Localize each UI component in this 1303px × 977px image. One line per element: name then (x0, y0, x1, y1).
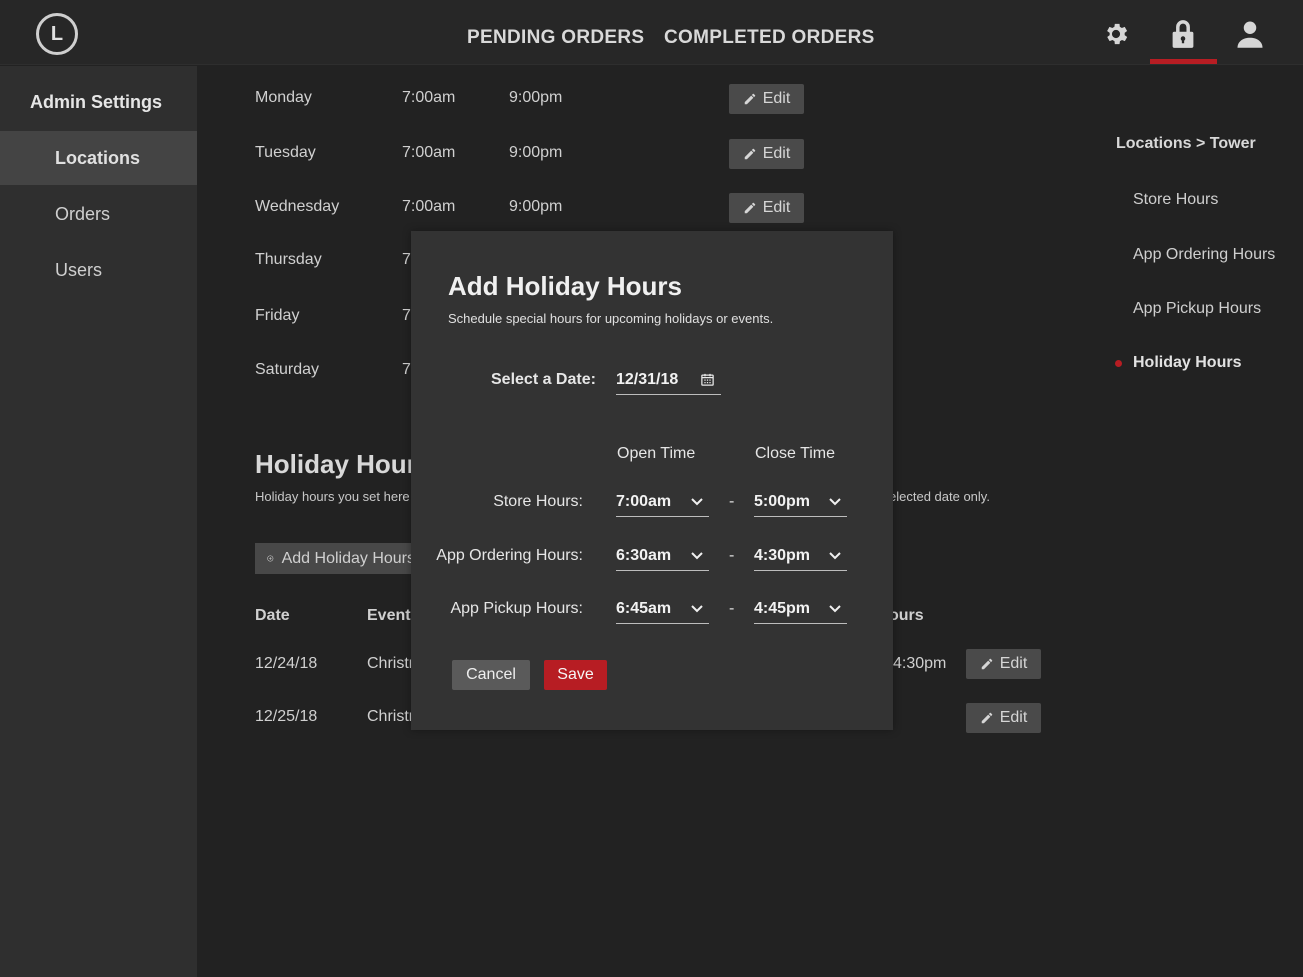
user-icon[interactable] (1235, 19, 1265, 49)
right-nav-app-ordering-hours[interactable]: App Ordering Hours (1133, 246, 1275, 264)
holiday-time: 4:30pm (893, 655, 947, 672)
open-time: 7:00am (402, 89, 456, 106)
ordering-open-select[interactable]: 6:30am (616, 541, 709, 571)
day-label: Monday (255, 89, 312, 106)
pencil-icon (744, 148, 755, 160)
open-time: 7:00am (402, 144, 456, 161)
breadcrumb[interactable]: Locations > Tower (1116, 135, 1256, 153)
holiday-hours-description-end: elected date only. (889, 489, 990, 504)
edit-button[interactable]: Edit (729, 193, 804, 223)
holiday-date: 12/24/18 (255, 655, 318, 672)
top-bar: L PENDING ORDERS COMPLETED ORDERS (0, 0, 1303, 65)
edit-button[interactable]: Edit (966, 703, 1041, 733)
open-time: 7 (402, 307, 411, 324)
day-label: Friday (255, 307, 300, 324)
app-ordering-hours-label: App Ordering Hours: (436, 547, 583, 564)
sidebar-item-users[interactable]: Users (0, 243, 197, 297)
chevron-down-icon (691, 497, 703, 505)
separator: - (729, 600, 735, 617)
column-header-date: Date (255, 607, 290, 624)
active-indicator-dot (1115, 360, 1122, 367)
sidebar-title: Admin Settings (30, 92, 163, 112)
close-time: 9:00pm (509, 89, 563, 106)
add-holiday-hours-modal: Add Holiday Hours Schedule special hours… (411, 231, 893, 730)
store-close-select[interactable]: 5:00pm (754, 487, 847, 517)
open-time: 7 (402, 251, 411, 268)
pickup-close-select[interactable]: 4:45pm (754, 594, 847, 624)
nav-pending-orders[interactable]: PENDING ORDERS (467, 27, 644, 49)
add-holiday-hours-button[interactable]: Add Holiday Hours (255, 543, 415, 574)
sidebar: Admin Settings Locations Orders Users (0, 66, 197, 977)
holiday-event: Christr (367, 708, 415, 725)
close-time: 9:00pm (509, 144, 563, 161)
sidebar-item-locations[interactable]: Locations (0, 131, 197, 185)
plus-circle-icon (267, 555, 274, 562)
ordering-close-select[interactable]: 4:30pm (754, 541, 847, 571)
chevron-down-icon (691, 551, 703, 559)
app-pickup-hours-label: App Pickup Hours: (450, 600, 583, 617)
pencil-icon (744, 202, 755, 214)
store-hours-label: Store Hours: (493, 493, 583, 510)
date-field[interactable]: 12/31/18 (616, 365, 721, 395)
right-nav-holiday-hours[interactable]: Holiday Hours (1133, 354, 1241, 372)
edit-button[interactable]: Edit (729, 139, 804, 169)
modal-title: Add Holiday Hours (448, 271, 683, 301)
day-label: Tuesday (255, 144, 316, 161)
calendar-icon[interactable] (700, 372, 715, 387)
date-label: Select a Date: (491, 371, 596, 388)
pencil-icon (744, 93, 755, 105)
open-time: 7 (402, 361, 411, 378)
column-header-hours: ours (889, 607, 924, 624)
pencil-icon (981, 712, 992, 724)
holiday-hours-description: Holiday hours you set here w (255, 489, 423, 504)
day-label: Wednesday (255, 198, 340, 215)
chevron-down-icon (829, 604, 841, 612)
holiday-event: Christr (367, 655, 415, 672)
right-nav-app-pickup-hours[interactable]: App Pickup Hours (1133, 300, 1261, 318)
chevron-down-icon (691, 604, 703, 612)
sidebar-item-orders[interactable]: Orders (0, 187, 197, 241)
pencil-icon (981, 658, 992, 670)
active-tab-indicator (1150, 59, 1217, 64)
edit-button[interactable]: Edit (966, 649, 1041, 679)
nav-completed-orders[interactable]: COMPLETED ORDERS (664, 27, 875, 49)
right-nav-store-hours[interactable]: Store Hours (1133, 191, 1218, 209)
close-time: 9:00pm (509, 198, 563, 215)
open-time-header: Open Time (617, 445, 696, 462)
close-time-header: Close Time (755, 445, 836, 462)
pickup-open-select[interactable]: 6:45am (616, 594, 709, 624)
lock-icon[interactable] (1168, 19, 1198, 49)
day-label: Saturday (255, 361, 320, 378)
separator: - (729, 493, 735, 510)
edit-button[interactable]: Edit (729, 84, 804, 114)
gear-icon[interactable] (1101, 19, 1131, 49)
holiday-hours-title: Holiday Hours (255, 449, 432, 479)
day-label: Thursday (255, 251, 322, 268)
store-open-select[interactable]: 7:00am (616, 487, 709, 517)
modal-subtitle: Schedule special hours for upcoming holi… (448, 311, 774, 326)
cancel-button[interactable]: Cancel (452, 660, 530, 690)
chevron-down-icon (829, 497, 841, 505)
separator: - (729, 547, 735, 564)
holiday-date: 12/25/18 (255, 708, 318, 725)
column-header-event: Event (367, 607, 411, 624)
logo[interactable]: L (36, 13, 78, 55)
chevron-down-icon (829, 551, 841, 559)
open-time: 7:00am (402, 198, 456, 215)
save-button[interactable]: Save (544, 660, 607, 690)
